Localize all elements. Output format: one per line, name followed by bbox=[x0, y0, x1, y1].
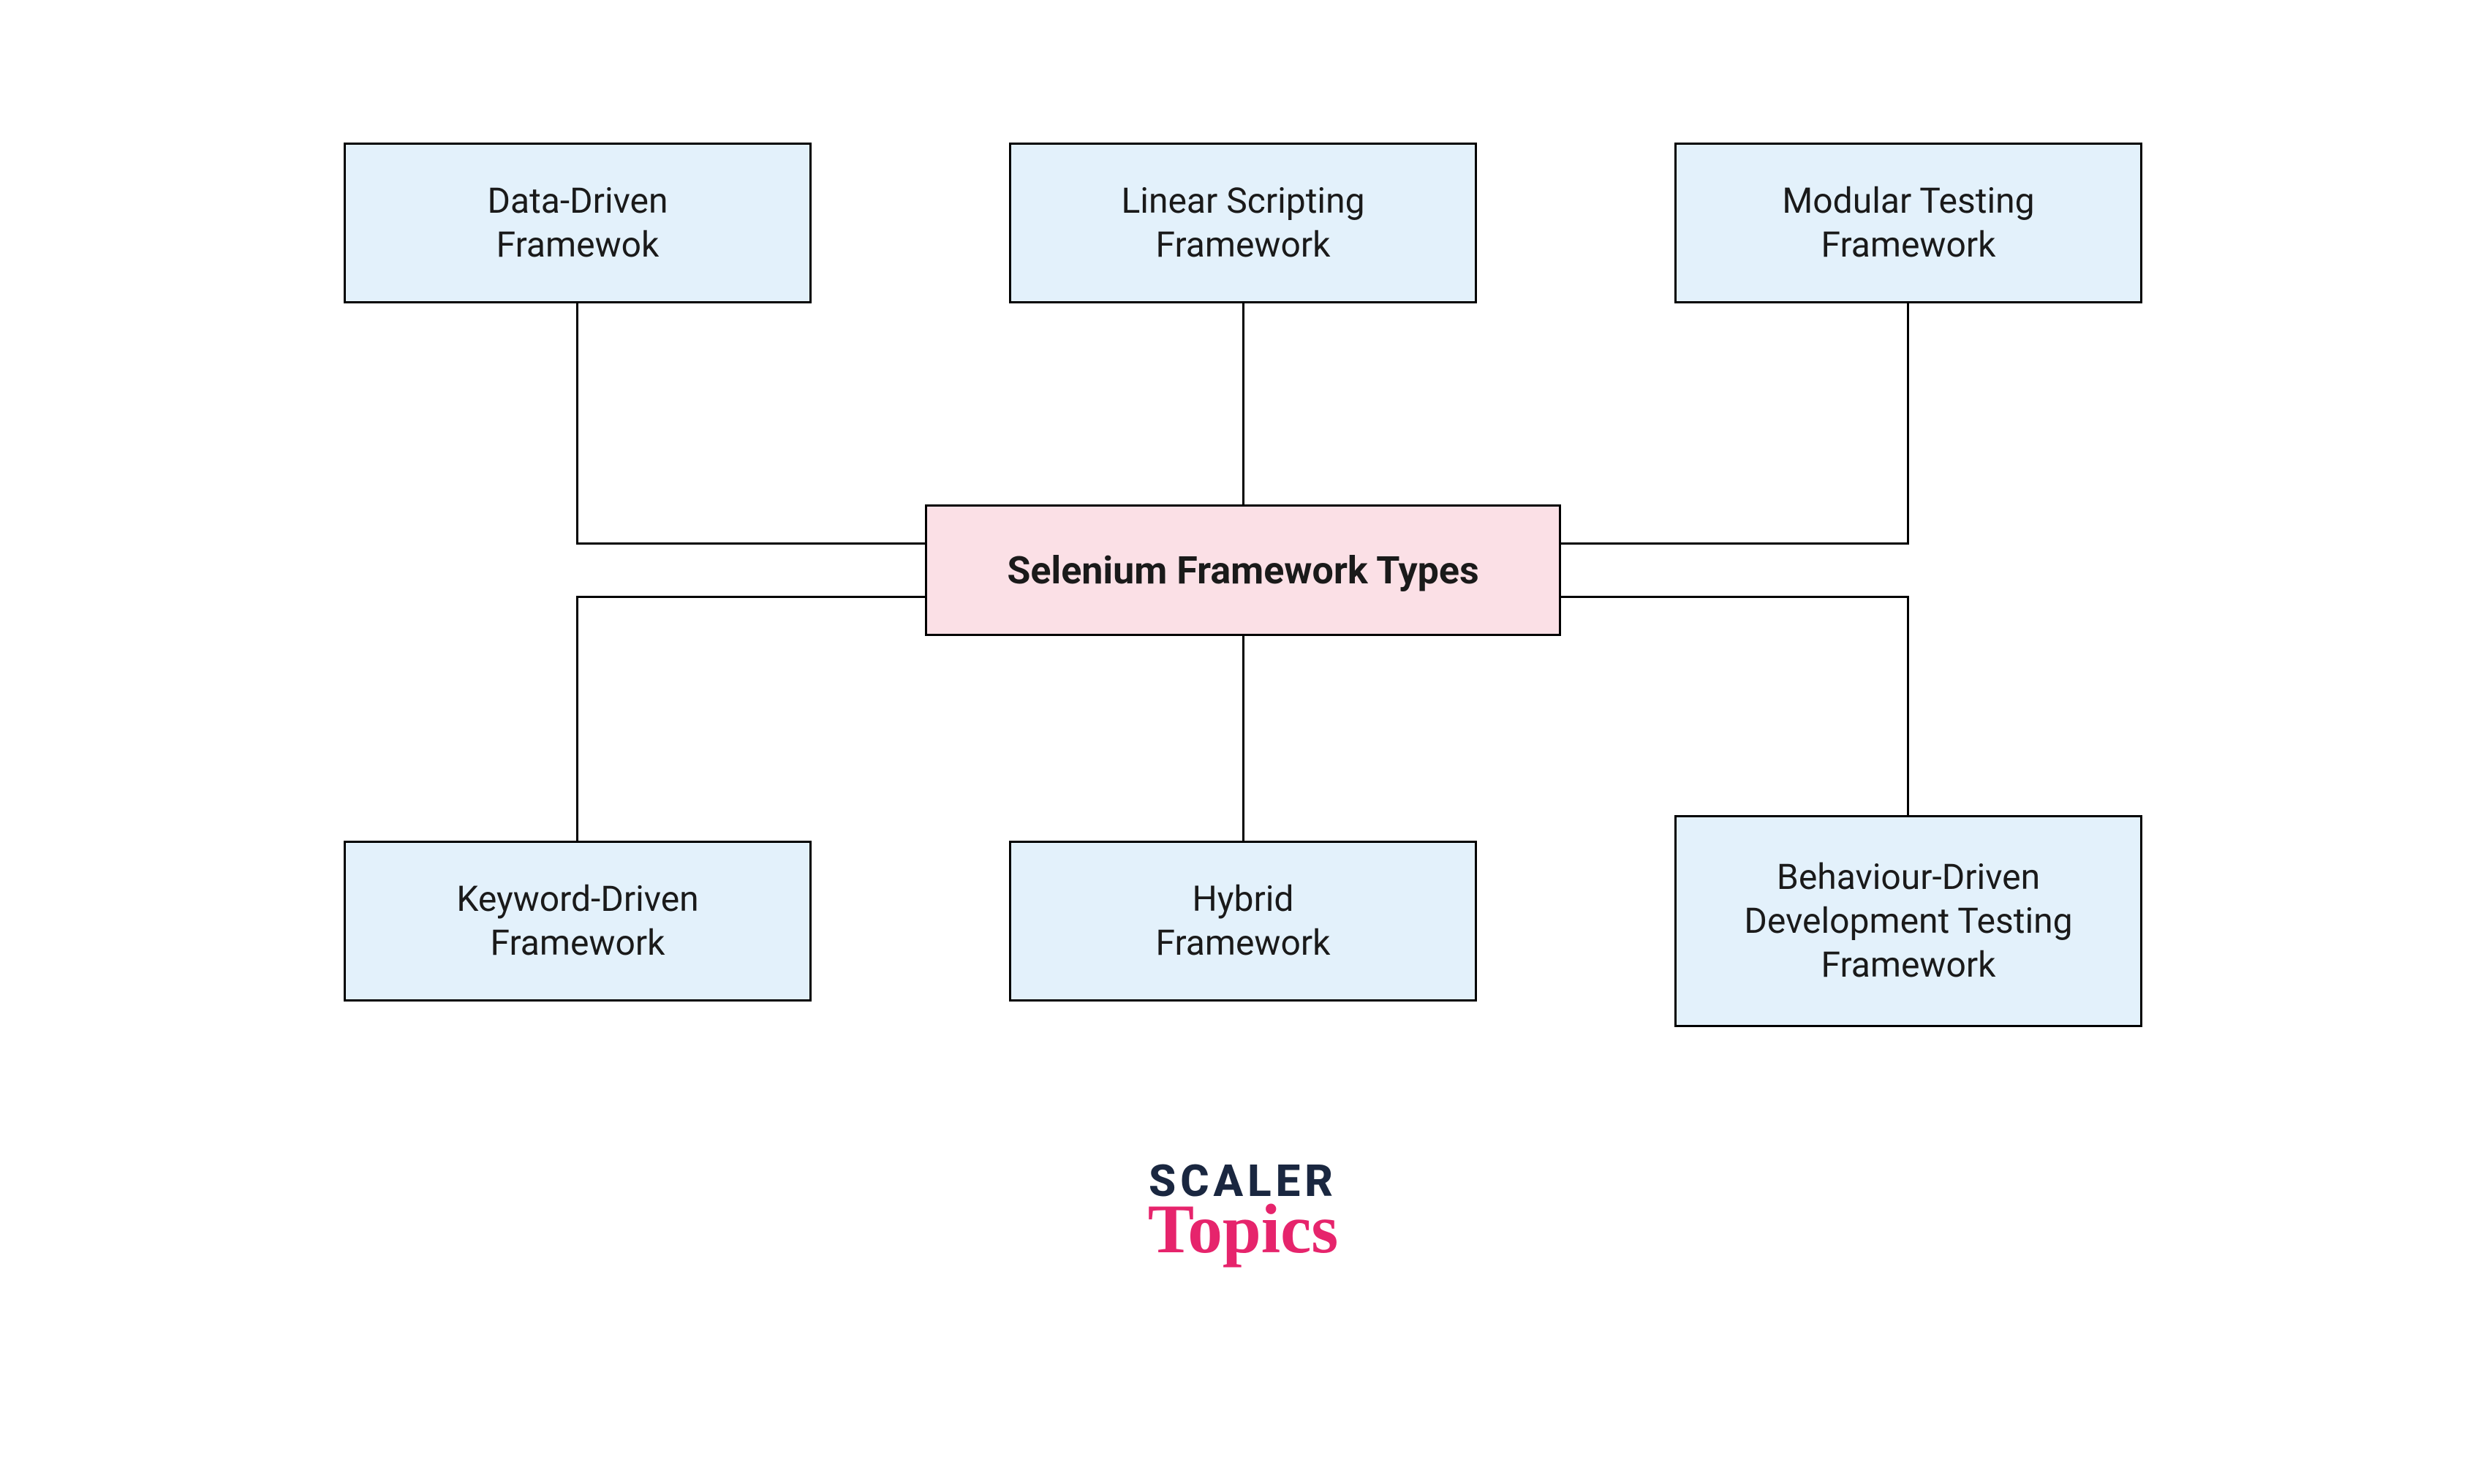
connector bbox=[1561, 542, 1909, 545]
node-data-driven: Data-DrivenFramewok bbox=[344, 143, 812, 303]
node-modular-testing: Modular TestingFramework bbox=[1674, 143, 2142, 303]
node-keyword-driven: Keyword-DrivenFramework bbox=[344, 841, 812, 1002]
node-hybrid: HybridFramework bbox=[1009, 841, 1477, 1002]
connector bbox=[1242, 636, 1244, 841]
connector bbox=[1561, 596, 1909, 598]
node-label: Behaviour-DrivenDevelopment TestingFrame… bbox=[1744, 855, 2072, 987]
node-linear-scripting: Linear ScriptingFramework bbox=[1009, 143, 1477, 303]
node-label: Modular TestingFramework bbox=[1782, 179, 2034, 267]
connector bbox=[576, 303, 578, 545]
connector bbox=[576, 596, 925, 598]
logo-bottom-text: Topics bbox=[1148, 1189, 1339, 1269]
connector bbox=[576, 542, 925, 545]
node-label: Keyword-DrivenFramework bbox=[456, 877, 698, 965]
connector bbox=[1907, 596, 1909, 815]
node-behaviour-driven: Behaviour-DrivenDevelopment TestingFrame… bbox=[1674, 815, 2142, 1027]
connector bbox=[1242, 303, 1244, 504]
connector bbox=[576, 596, 578, 841]
node-label: HybridFramework bbox=[1156, 877, 1331, 965]
node-label: Data-DrivenFramewok bbox=[487, 179, 668, 267]
node-label: Linear ScriptingFramework bbox=[1121, 179, 1364, 267]
brand-logo: SCALER Topics bbox=[1148, 1155, 1339, 1269]
center-label: Selenium Framework Types bbox=[1007, 547, 1478, 594]
center-node: Selenium Framework Types bbox=[925, 504, 1561, 636]
connector bbox=[1907, 303, 1909, 545]
